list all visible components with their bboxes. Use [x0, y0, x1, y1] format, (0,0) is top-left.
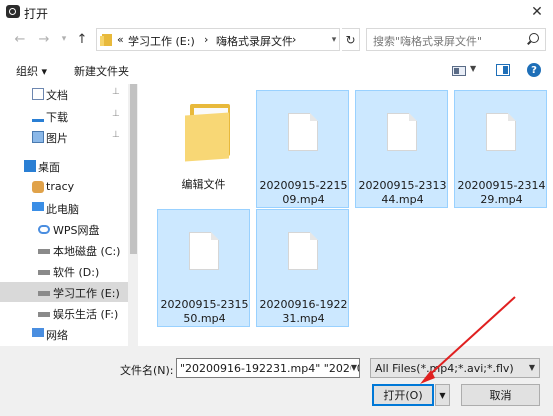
desktop-icon [24, 160, 36, 172]
back-button[interactable]: ← [12, 30, 28, 48]
file-name: 20200915-231429.mp4 [457, 179, 546, 206]
sidebar-item-user[interactable]: tracy [0, 177, 128, 197]
filename-input[interactable]: "20200916-192231.mp4" "20200 ▼ [176, 358, 360, 378]
sidebar-item-label: 桌面 [38, 161, 60, 174]
filetype-select[interactable]: All Files(*.mp4;*.avi;*.flv) ▼ [370, 358, 540, 378]
search-input[interactable]: 搜索"嗨格式录屏文件" [366, 28, 546, 51]
preview-pane-icon[interactable] [496, 64, 510, 76]
documents-icon [32, 88, 44, 100]
file-item[interactable]: 20200915-231550.mp4 [157, 209, 250, 327]
sidebar-item-downloads[interactable]: 下载 ⊥ [0, 106, 128, 126]
sidebar-item-label: 文档 [46, 89, 68, 102]
sidebar-item-drive-d[interactable]: 软件 (D:) [0, 261, 128, 281]
file-name: 20200916-192231.mp4 [259, 298, 348, 325]
sidebar-item-desktop[interactable]: 桌面 [0, 156, 128, 176]
address-dropdown-icon[interactable]: ▾ [326, 28, 342, 51]
drive-icon [38, 249, 50, 254]
sidebar-item-label: WPS网盘 [53, 224, 100, 237]
sidebar-item-network[interactable]: 网络 [0, 324, 128, 344]
sidebar-item-label: 学习工作 (E:) [53, 287, 120, 300]
user-icon [32, 181, 44, 193]
new-folder-button[interactable]: 新建文件夹 [74, 63, 129, 79]
filename-label: 文件名(N): [120, 364, 174, 377]
cloud-icon [38, 225, 50, 234]
pin-icon: ⊥ [112, 109, 120, 119]
sidebar-item-label: 本地磁盘 (C:) [53, 245, 121, 258]
download-icon [32, 110, 44, 122]
title-bar: 打开 ✕ [0, 0, 553, 24]
change-view-icon[interactable] [452, 66, 466, 76]
recent-dropdown-icon[interactable]: ▾ [56, 30, 72, 48]
sidebar-item-label: 软件 (D:) [53, 266, 100, 279]
sidebar-item-label: 此电脑 [46, 203, 79, 216]
sidebar-item-label: tracy [46, 180, 75, 193]
breadcrumb-folder[interactable]: 嗨格式录屏文件 [216, 33, 293, 49]
view-options-chevron-icon[interactable]: ▼ [470, 64, 476, 73]
folder-icon [100, 33, 112, 46]
folder-item[interactable]: 编辑文件 [157, 90, 250, 208]
file-icon [486, 113, 516, 151]
sidebar-item-wps-cloud[interactable]: WPS网盘 [0, 219, 128, 239]
up-button[interactable]: ↑ [74, 30, 90, 48]
navigation-pane: 文档 ⊥ 下载 ⊥ 图片 ⊥ 桌面 tracy 此电脑 WPS网盘 本地磁盘 (… [0, 84, 138, 346]
drive-icon [38, 270, 50, 275]
file-icon [387, 113, 417, 151]
breadcrumb-drive[interactable]: 学习工作 (E:) [128, 33, 195, 49]
breadcrumb-separator[interactable]: › [204, 33, 208, 46]
drive-icon [38, 312, 50, 317]
window-title: 打开 [24, 7, 49, 21]
pictures-icon [32, 131, 44, 143]
file-name: 20200915-231344.mp4 [358, 179, 447, 206]
sidebar-item-pictures[interactable]: 图片 ⊥ [0, 127, 128, 147]
sidebar-item-label: 图片 [46, 132, 68, 145]
filename-value: "20200916-192231.mp4" "20200 [180, 362, 360, 375]
close-button[interactable]: ✕ [527, 2, 547, 22]
file-item[interactable]: 20200916-192231.mp4 [256, 209, 349, 327]
address-bar[interactable]: « 学习工作 (E:) › 嗨格式录屏文件 › [96, 28, 340, 51]
chevron-down-icon[interactable]: ▼ [350, 363, 357, 372]
sidebar-item-drive-c[interactable]: 本地磁盘 (C:) [0, 240, 128, 260]
refresh-button[interactable]: ↻ [342, 28, 360, 51]
file-item[interactable]: 20200915-231429.mp4 [454, 90, 547, 208]
sidebar-item-documents[interactable]: 文档 ⊥ [0, 84, 128, 104]
help-icon[interactable]: ? [527, 63, 541, 77]
sidebar-item-drive-f[interactable]: 娱乐生活 (F:) [0, 303, 128, 323]
computer-icon [32, 202, 44, 211]
sidebar-item-drive-e[interactable]: 学习工作 (E:) [0, 282, 128, 302]
network-icon [32, 328, 44, 337]
breadcrumb-separator[interactable]: › [292, 33, 296, 46]
search-placeholder: 搜索"嗨格式录屏文件" [373, 35, 483, 48]
sidebar-item-label: 网络 [46, 329, 68, 342]
file-name: 编辑文件 [181, 178, 226, 191]
cancel-button[interactable]: 取消 [461, 384, 540, 406]
sidebar-item-this-pc[interactable]: 此电脑 [0, 198, 128, 218]
file-icon [288, 232, 318, 270]
organize-button[interactable]: 组织 ▾ [16, 63, 47, 79]
file-icon [189, 232, 219, 270]
file-name: 20200915-221509.mp4 [259, 179, 348, 206]
pin-icon: ⊥ [112, 130, 120, 140]
open-button[interactable]: 打开(O) [372, 384, 434, 406]
pin-icon: ⊥ [112, 87, 120, 97]
file-item[interactable]: 20200915-231344.mp4 [355, 90, 448, 208]
file-icon [288, 113, 318, 151]
drive-icon [38, 291, 50, 296]
file-item[interactable]: 20200915-221509.mp4 [256, 90, 349, 208]
filetype-value: All Files(*.mp4;*.avi;*.flv) [375, 362, 514, 375]
search-icon[interactable] [526, 33, 539, 46]
sidebar-item-label: 娱乐生活 (F:) [53, 308, 119, 321]
sidebar-item-label: 下载 [46, 111, 68, 124]
app-icon [6, 5, 20, 18]
file-name: 20200915-231550.mp4 [160, 298, 249, 325]
sidebar-scrollbar-thumb[interactable] [130, 84, 137, 254]
breadcrumb-overflow[interactable]: « [117, 33, 124, 46]
forward-button[interactable]: → [36, 30, 52, 48]
open-options-dropdown[interactable]: ▼ [435, 384, 450, 406]
chevron-down-icon: ▼ [528, 363, 535, 372]
